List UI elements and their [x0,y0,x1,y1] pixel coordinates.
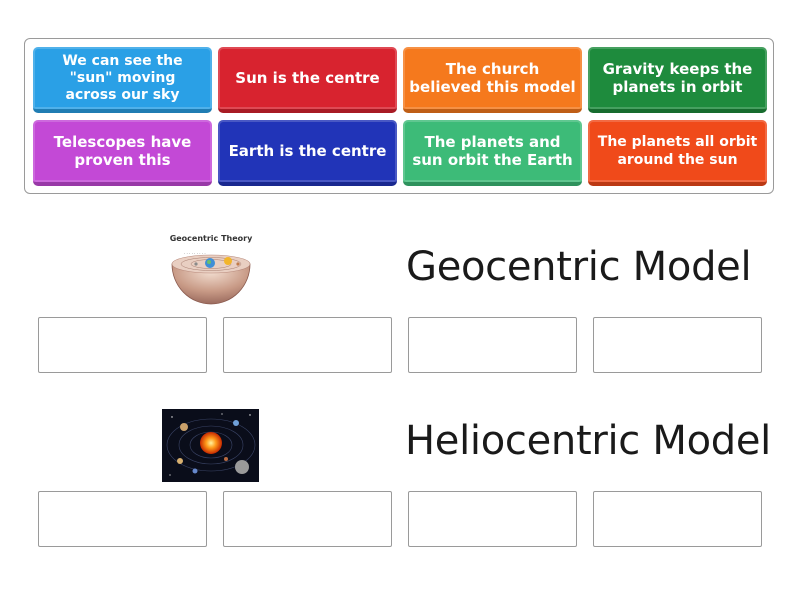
svg-text:· · · · · · · · ·: · · · · · · · · · [184,251,206,256]
heliocentric-drop-slot-1[interactable] [38,491,207,547]
geocentric-bowl-icon: · · · · · · · · · [171,251,251,305]
heliocentric-drop-slot-3[interactable] [408,491,577,547]
geocentric-drop-slot-3[interactable] [408,317,577,373]
heliocentric-heading: Heliocentric Model [405,418,771,464]
geocentric-drop-slot-4[interactable] [593,317,762,373]
geocentric-heading: Geocentric Model [406,244,752,290]
heliocentric-drop-slot-2[interactable] [223,491,392,547]
tile-sun-moving[interactable]: We can see the "sun" moving across our s… [33,47,212,113]
tile-earth-centre[interactable]: Earth is the centre [218,120,397,186]
solar-system-icon [162,409,259,482]
tile-church-believed[interactable]: The church believed this model [403,47,582,113]
tile-planets-orbit-sun[interactable]: The planets all orbit around the sun [588,120,767,186]
tile-gravity-orbit[interactable]: Gravity keeps the planets in orbit [588,47,767,113]
solar-system-image [162,409,259,482]
answer-tray: We can see the "sun" moving across our s… [24,38,774,194]
heliocentric-drop-slot-4[interactable] [593,491,762,547]
geocentric-diagram-image: Geocentric Theory · · · · · · · · · [166,234,256,310]
geocentric-drop-slot-2[interactable] [223,317,392,373]
geocentric-drop-slot-1[interactable] [38,317,207,373]
tile-sun-centre[interactable]: Sun is the centre [218,47,397,113]
tile-planets-orbit-earth[interactable]: The planets and sun orbit the Earth [403,120,582,186]
tile-telescopes[interactable]: Telescopes have proven this [33,120,212,186]
